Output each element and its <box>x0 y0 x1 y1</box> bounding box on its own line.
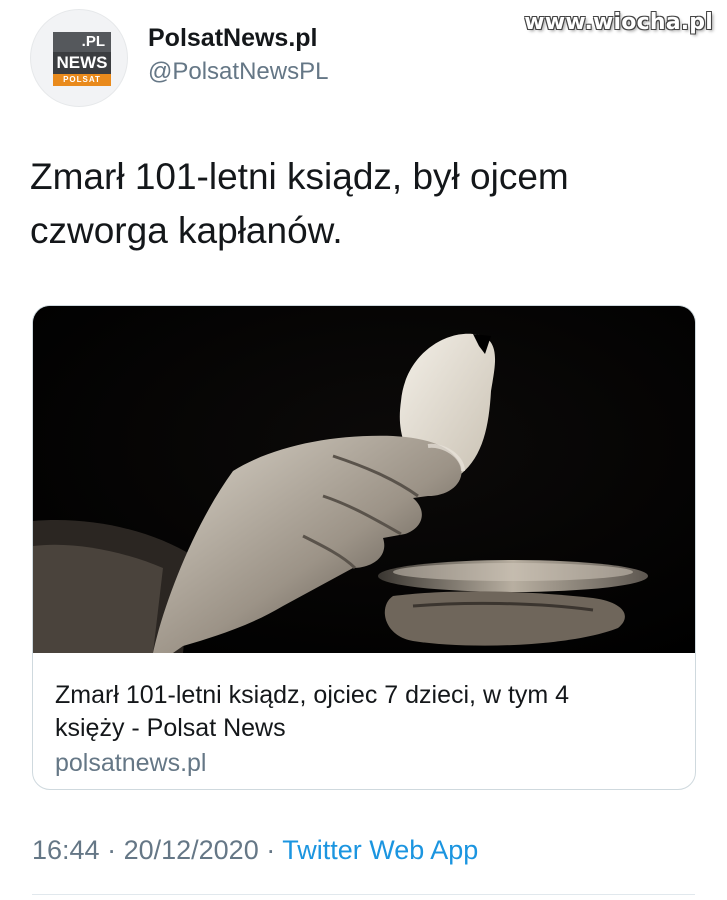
meta-separator: · <box>258 835 283 865</box>
polsat-news-logo: .PL NEWS POLSAT <box>53 32 111 86</box>
communion-host-photo-icon <box>33 306 695 653</box>
meta-separator: · <box>99 835 124 865</box>
tweet-text: Zmarł 101-letni ksiądz, był ojcem czworg… <box>30 150 690 258</box>
tweet-date[interactable]: 20/12/2020 <box>124 835 259 865</box>
tweet-header: .PL NEWS POLSAT PolsatNews.pl @PolsatNew… <box>30 8 328 108</box>
tweet-text-line: czworga kapłanów. <box>30 210 343 251</box>
link-card[interactable]: Zmarł 101-letni ksiądz, ojciec 7 dzieci,… <box>32 305 696 790</box>
user-info: PolsatNews.pl @PolsatNewsPL <box>148 22 328 88</box>
logo-polsat-label: POLSAT <box>53 74 111 86</box>
tweet-meta: 16:44 · 20/12/2020 · Twitter Web App <box>32 835 478 866</box>
card-image[interactable] <box>33 306 695 653</box>
watermark: www.wiocha.pl <box>524 10 713 35</box>
tweet-source-link[interactable]: Twitter Web App <box>282 835 478 865</box>
tweet-text-line: Zmarł 101-letni ksiądz, był ojcem <box>30 156 569 197</box>
divider <box>32 894 695 895</box>
display-name[interactable]: PolsatNews.pl <box>148 22 328 54</box>
card-domain: polsatnews.pl <box>55 749 207 777</box>
tweet-time[interactable]: 16:44 <box>32 835 100 865</box>
logo-news-label: NEWS <box>53 52 111 74</box>
card-title-line: Zmarł 101-letni ksiądz, ojciec 7 dzieci,… <box>55 681 570 709</box>
avatar[interactable]: .PL NEWS POLSAT <box>30 9 128 107</box>
user-handle[interactable]: @PolsatNewsPL <box>148 56 328 88</box>
card-title[interactable]: Zmarł 101-letni ksiądz, ojciec 7 dzieci,… <box>55 679 675 745</box>
card-body[interactable]: Zmarł 101-letni ksiądz, ojciec 7 dzieci,… <box>33 653 695 789</box>
logo-pl-label: .PL <box>53 32 111 52</box>
card-title-line: księży - Polsat News <box>55 714 286 742</box>
